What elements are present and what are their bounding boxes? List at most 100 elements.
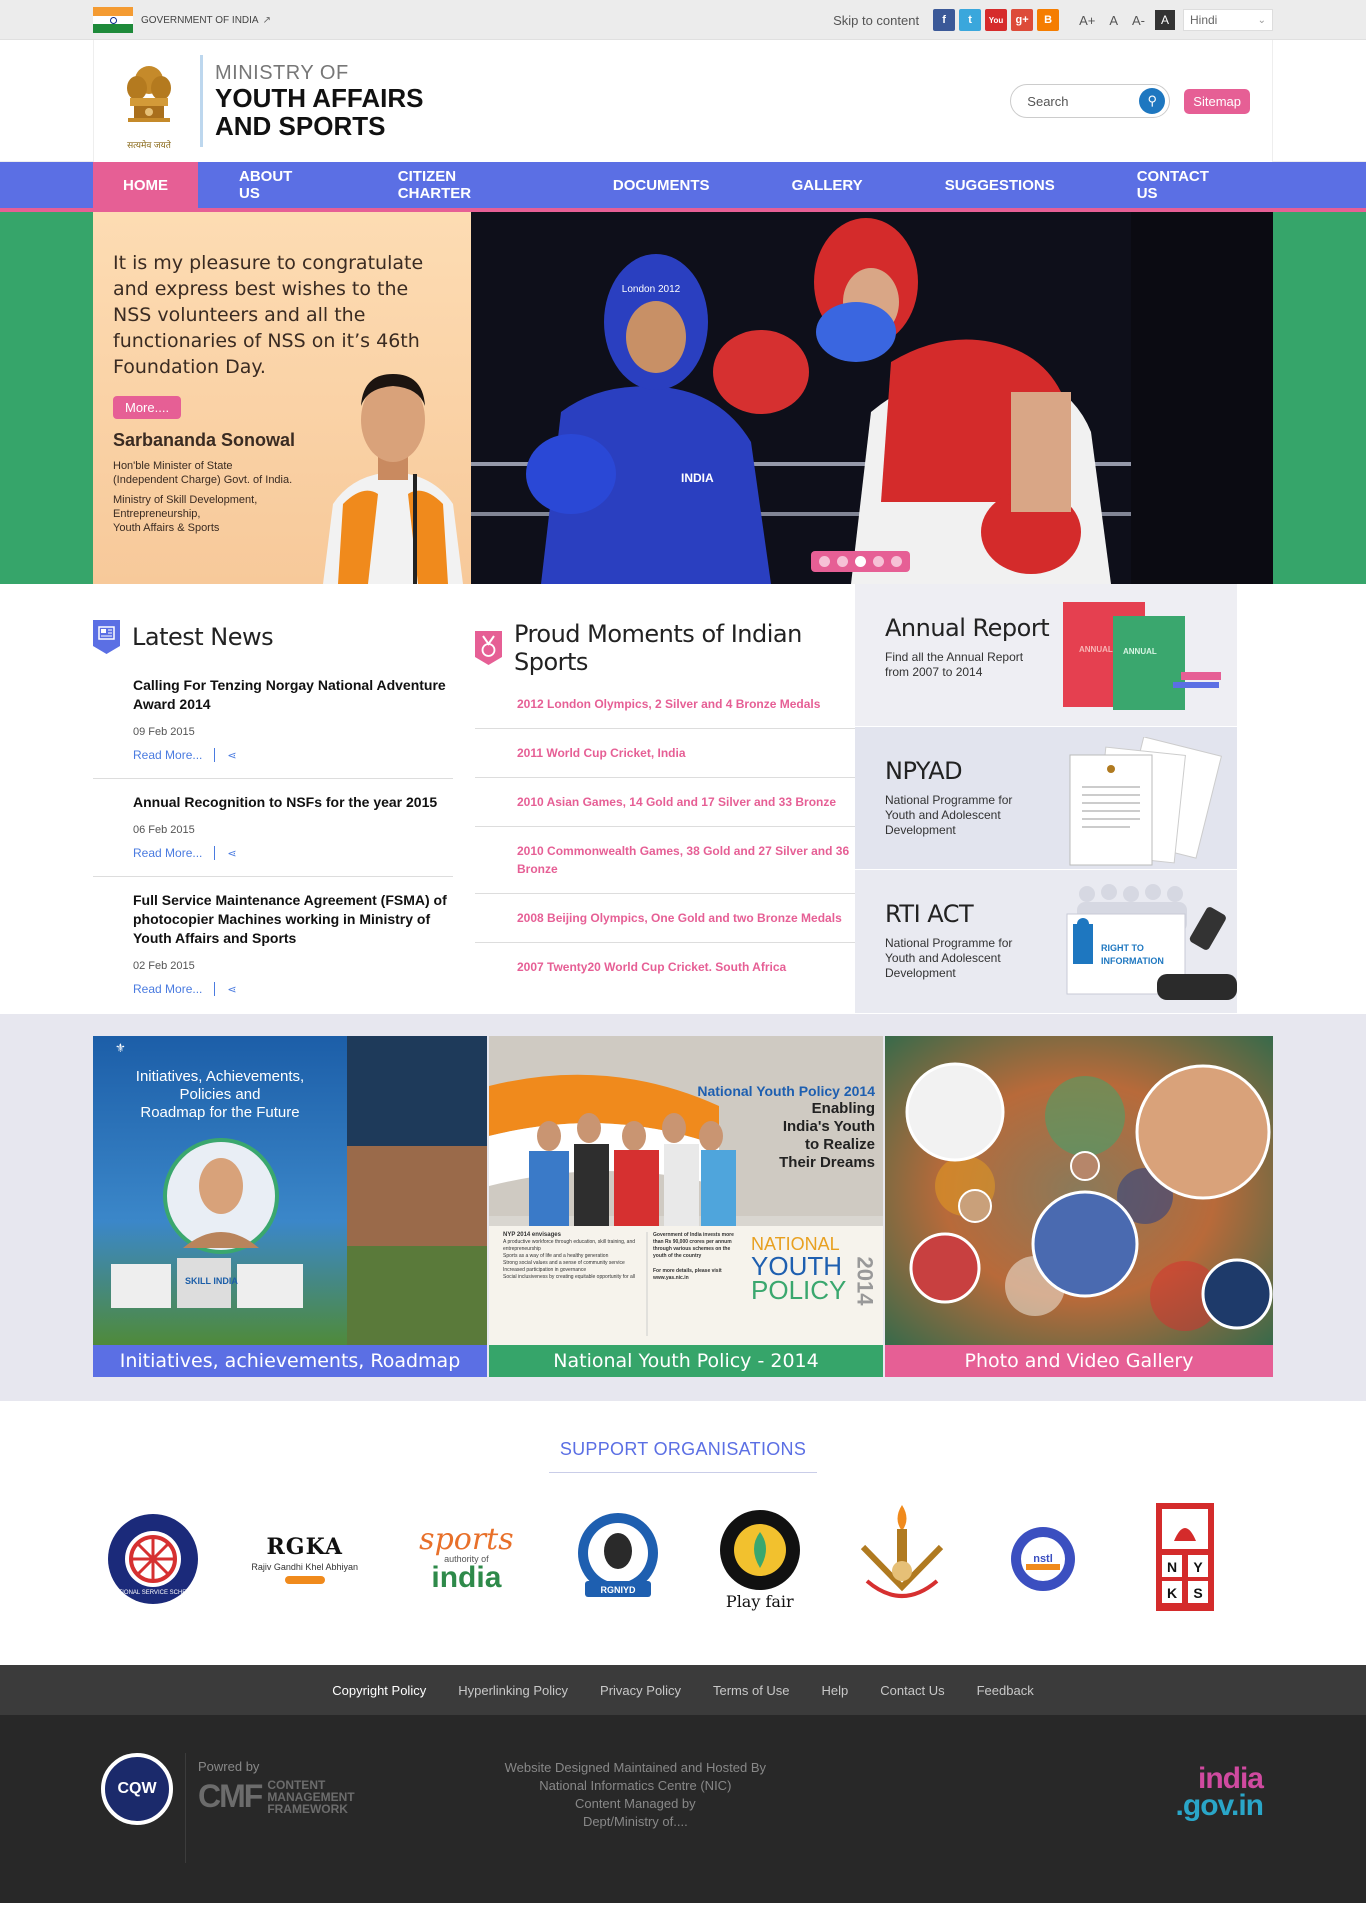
nada-logo[interactable]: Play fair [700, 1501, 820, 1617]
nss-emblem-icon: NATIONAL SERVICE SCHEME [108, 1514, 198, 1604]
share-icon[interactable]: ⋖ [227, 983, 236, 996]
news-date: 02 Feb 2015 [133, 960, 195, 972]
minister-message: It is my pleasure to congratulate and ex… [93, 212, 471, 584]
news-date: 06 Feb 2015 [133, 824, 195, 836]
initiatives-caption: Initiatives, achievements, Roadmap [93, 1345, 487, 1377]
nyks-logo[interactable]: N Y K S [1125, 1501, 1245, 1617]
initiatives-tile[interactable]: ⚜ Initiatives, Achievements, Policies an… [93, 1036, 487, 1377]
gallery-tile[interactable]: Photo and Video Gallery [885, 1036, 1273, 1377]
googleplus-icon[interactable]: g+ [1011, 9, 1034, 31]
search-box[interactable]: Search ⚲ [1010, 84, 1171, 118]
sitemap-button[interactable]: Sitemap [1184, 88, 1250, 114]
proud-moment-link[interactable]: 2011 World Cup Cricket, India [475, 729, 855, 778]
slider-dot[interactable] [873, 556, 884, 567]
government-of-india-link[interactable]: GOVERNMENT OF INDIA [141, 15, 259, 26]
youth-policy-tile[interactable]: National Youth Policy 2014 Enabling Indi… [489, 1036, 883, 1377]
nav-citizen-charter[interactable]: CITIZEN CHARTER [357, 162, 572, 208]
youth-policy-year: 2014 [852, 1256, 878, 1306]
language-select-value: Hindi [1190, 13, 1218, 27]
nav-home[interactable]: HOME [93, 162, 198, 208]
site-footer: CQW Powred by CMF CONTENT MANAGEMENT FRA… [0, 1715, 1366, 1903]
search-input[interactable]: Search [1027, 94, 1068, 109]
promo-section: ⚜ Initiatives, Achievements, Policies an… [0, 1014, 1366, 1401]
high-contrast-button[interactable]: A [1155, 10, 1175, 30]
proud-moment-link[interactable]: 2010 Commonwealth Games, 38 Gold and 27 … [475, 827, 855, 894]
rgka-logo[interactable]: RGKA Rajiv Gandhi Khel Abhiyan [235, 1501, 375, 1617]
proud-moment-link[interactable]: 2008 Beijing Olympics, One Gold and two … [475, 894, 855, 943]
minister-portrait [323, 374, 463, 584]
nss-logo[interactable]: NATIONAL SERVICE SCHEME [93, 1501, 213, 1617]
hyperlinking-policy-link[interactable]: Hyperlinking Policy [458, 1683, 568, 1698]
nav-documents[interactable]: DOCUMENTS [572, 162, 751, 208]
ministry-title-line2: YOUTH AFFAIRS [215, 83, 424, 113]
proud-moment-link[interactable]: 2012 London Olympics, 2 Silver and 4 Bro… [475, 684, 855, 729]
gallery-image [885, 1036, 1273, 1345]
cmf-logo[interactable]: Powred by CMF CONTENT MANAGEMENT FRAMEWO… [198, 1759, 355, 1815]
cqw-logo[interactable]: CQW [101, 1753, 173, 1825]
svg-text:ANNUAL: ANNUAL [1123, 647, 1157, 656]
hero-banner: It is my pleasure to congratulate and ex… [0, 212, 1366, 584]
facebook-icon[interactable]: f [933, 9, 956, 31]
hero-slideshow[interactable]: London 2012 INDIA [471, 212, 1273, 584]
more-button[interactable]: More.... [113, 396, 182, 419]
national-emblem-logo[interactable]: सत्यमेव जयते [114, 51, 184, 151]
content-section: Latest News Calling For Tenzing Norgay N… [0, 584, 1366, 1014]
nav-contact-us[interactable]: CONTACT US [1096, 162, 1273, 208]
search-icon[interactable]: ⚲ [1139, 88, 1166, 114]
slider-dot[interactable] [891, 556, 902, 567]
twitter-icon[interactable]: t [959, 9, 982, 31]
copyright-policy-link[interactable]: Copyright Policy [332, 1683, 426, 1698]
minister-ministry-line: Youth Affairs & Sports [113, 522, 220, 534]
terms-of-use-link[interactable]: Terms of Use [713, 1683, 790, 1698]
share-icon[interactable]: ⋖ [227, 847, 236, 860]
proud-moment-link[interactable]: 2010 Asian Games, 14 Gold and 17 Silver … [475, 778, 855, 827]
language-select[interactable]: Hindi ⌄ [1183, 9, 1273, 31]
news-title-link[interactable]: Full Service Maintenance Agreement (FSMA… [133, 891, 453, 948]
rgniyd-logo[interactable]: RGNIYD [558, 1501, 678, 1617]
svg-text:Y: Y [1193, 1559, 1203, 1575]
nav-suggestions[interactable]: SUGGESTIONS [904, 162, 1096, 208]
annual-report-card[interactable]: Annual Report Find all the Annual Report… [855, 584, 1237, 727]
youth-policy-invest-text: Government of India invests more than Rs… [653, 1232, 734, 1259]
initiatives-text-line: Initiatives, Achievements, [135, 1068, 305, 1085]
nstl-logo[interactable]: nstl [983, 1501, 1103, 1617]
read-more-link[interactable]: Read More... [133, 982, 202, 996]
youth-policy-img-sub: India's Youth [782, 1118, 875, 1135]
read-more-link[interactable]: Read More... [133, 748, 202, 762]
npyad-card[interactable]: NPYAD National Programme for Youth and A… [855, 727, 1237, 870]
main-navigation: HOME ABOUT US CITIZEN CHARTER DOCUMENTS … [0, 162, 1366, 212]
ministry-title[interactable]: MINISTRY OF YOUTH AFFAIRS AND SPORTS [215, 63, 423, 139]
rgniyd-text: RGNIYD [601, 1585, 637, 1595]
nav-about-us[interactable]: ABOUT US [198, 162, 357, 208]
youtube-icon[interactable]: You [985, 9, 1008, 31]
slider-dot[interactable] [837, 556, 848, 567]
sai-logo[interactable]: sports authority of india [396, 1501, 536, 1617]
feedback-link[interactable]: Feedback [977, 1683, 1034, 1698]
cmf-text: CMF [198, 1778, 263, 1814]
blogger-icon[interactable]: B [1037, 9, 1060, 31]
nada-emblem-icon [719, 1509, 800, 1590]
slider-dot[interactable] [819, 556, 830, 567]
privacy-policy-link[interactable]: Privacy Policy [600, 1683, 681, 1698]
news-title-link[interactable]: Annual Recognition to NSFs for the year … [133, 793, 453, 812]
proud-moment-link[interactable]: 2007 Twenty20 World Cup Cricket. South A… [475, 943, 855, 991]
font-normal-button[interactable]: A [1109, 13, 1118, 28]
india-gov-logo[interactable]: india .gov.in [1176, 1764, 1264, 1821]
share-icon[interactable]: ⋖ [227, 749, 236, 762]
help-link[interactable]: Help [822, 1683, 849, 1698]
nstl-text: nstl [1033, 1553, 1053, 1565]
font-decrease-button[interactable]: A- [1132, 13, 1145, 28]
youth-policy-caption: National Youth Policy - 2014 [489, 1345, 883, 1377]
latest-news-title: Latest News [132, 623, 274, 651]
youth-policy-bullet: Sports as a way of life and a healthy ge… [503, 1253, 609, 1259]
lnipe-logo[interactable] [842, 1501, 962, 1617]
nav-gallery[interactable]: GALLERY [751, 162, 904, 208]
slider-dot[interactable] [855, 556, 866, 567]
skip-to-content-link[interactable]: Skip to content [833, 13, 919, 28]
font-increase-button[interactable]: A+ [1079, 13, 1095, 28]
news-title-link[interactable]: Calling For Tenzing Norgay National Adve… [133, 676, 453, 714]
footer-contact-us-link[interactable]: Contact Us [880, 1683, 944, 1698]
rti-card[interactable]: RTI ACT National Programme for Youth and… [855, 870, 1237, 1014]
youth-policy-bullet: A productive workforce through education… [503, 1239, 636, 1252]
read-more-link[interactable]: Read More... [133, 846, 202, 860]
